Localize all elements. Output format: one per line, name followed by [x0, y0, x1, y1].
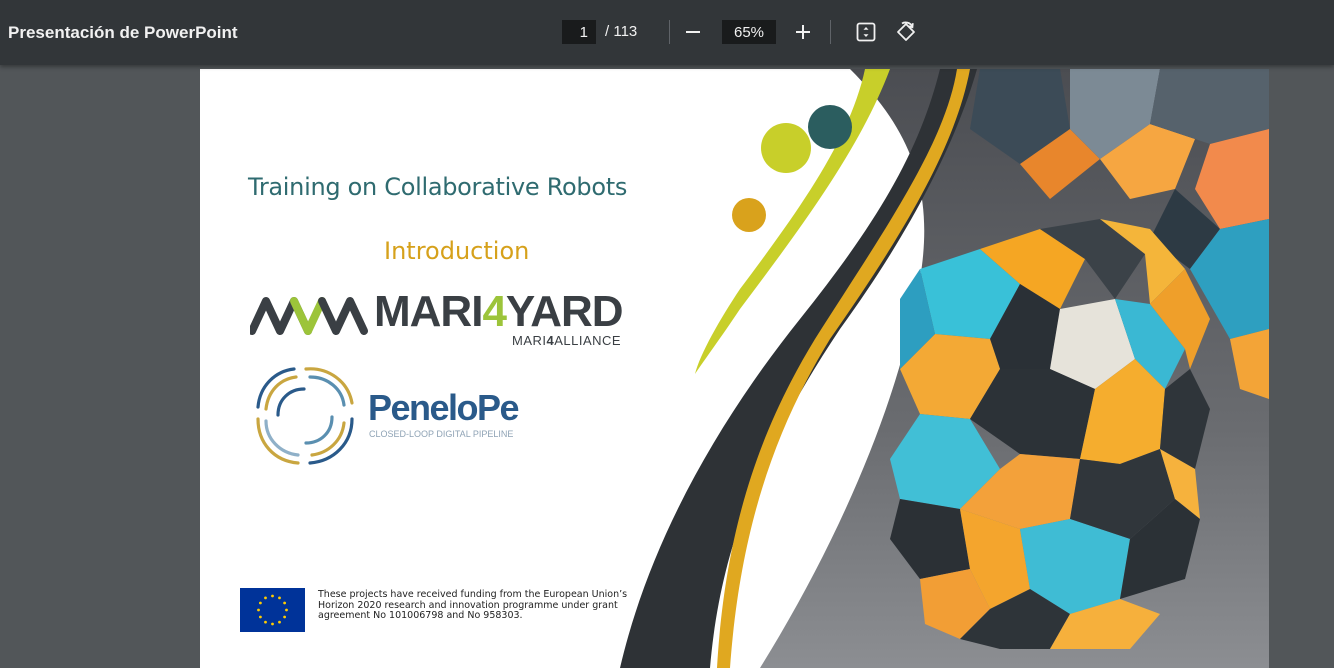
zoom-level-input[interactable]	[722, 20, 776, 44]
mari4yard-mark-icon	[250, 297, 368, 335]
toolbar-divider	[830, 20, 831, 44]
cube-cluster	[890, 219, 1210, 649]
page-number-input[interactable]	[562, 20, 596, 44]
document-title: Presentación de PowerPoint	[8, 23, 238, 42]
mari4yard-wordmark: MARI4YARD	[374, 287, 624, 336]
fit-page-icon	[856, 22, 876, 42]
zoom-out-button[interactable]	[677, 16, 709, 48]
rotate-button[interactable]	[890, 16, 922, 48]
lime-circle	[761, 123, 811, 173]
mari4alliance-tagline: MARI4ALLIANCE	[512, 333, 622, 348]
zoom-in-button[interactable]	[787, 16, 819, 48]
slide-title: Training on Collaborative Robots	[248, 173, 628, 201]
gold-circle	[732, 198, 766, 232]
page-total: / 113	[605, 23, 638, 40]
pdf-toolbar: Presentación de PowerPoint / 113	[0, 0, 1334, 65]
slide-subtitle: Introduction	[384, 237, 530, 265]
penelope-swirl-icon	[256, 367, 354, 465]
plus-icon	[796, 25, 810, 39]
rotate-icon	[897, 21, 915, 41]
mari4yard-logo: MARI4YARD MARI4ALLIANCE	[250, 287, 640, 351]
fit-to-page-button[interactable]	[850, 16, 882, 48]
toolbar-divider	[669, 20, 670, 44]
eu-flag-icon	[240, 588, 305, 632]
penelope-wordmark: PeneloPe	[368, 387, 520, 428]
penelope-tagline: CLOSED-LOOP DIGITAL PIPELINE	[369, 429, 514, 439]
lime-wave	[695, 69, 890, 374]
slide-page: Training on Collaborative Robots Introdu…	[200, 69, 1269, 668]
funding-notice: These projects have received funding fro…	[318, 589, 628, 621]
teal-circle	[808, 105, 852, 149]
minus-icon	[686, 31, 700, 33]
